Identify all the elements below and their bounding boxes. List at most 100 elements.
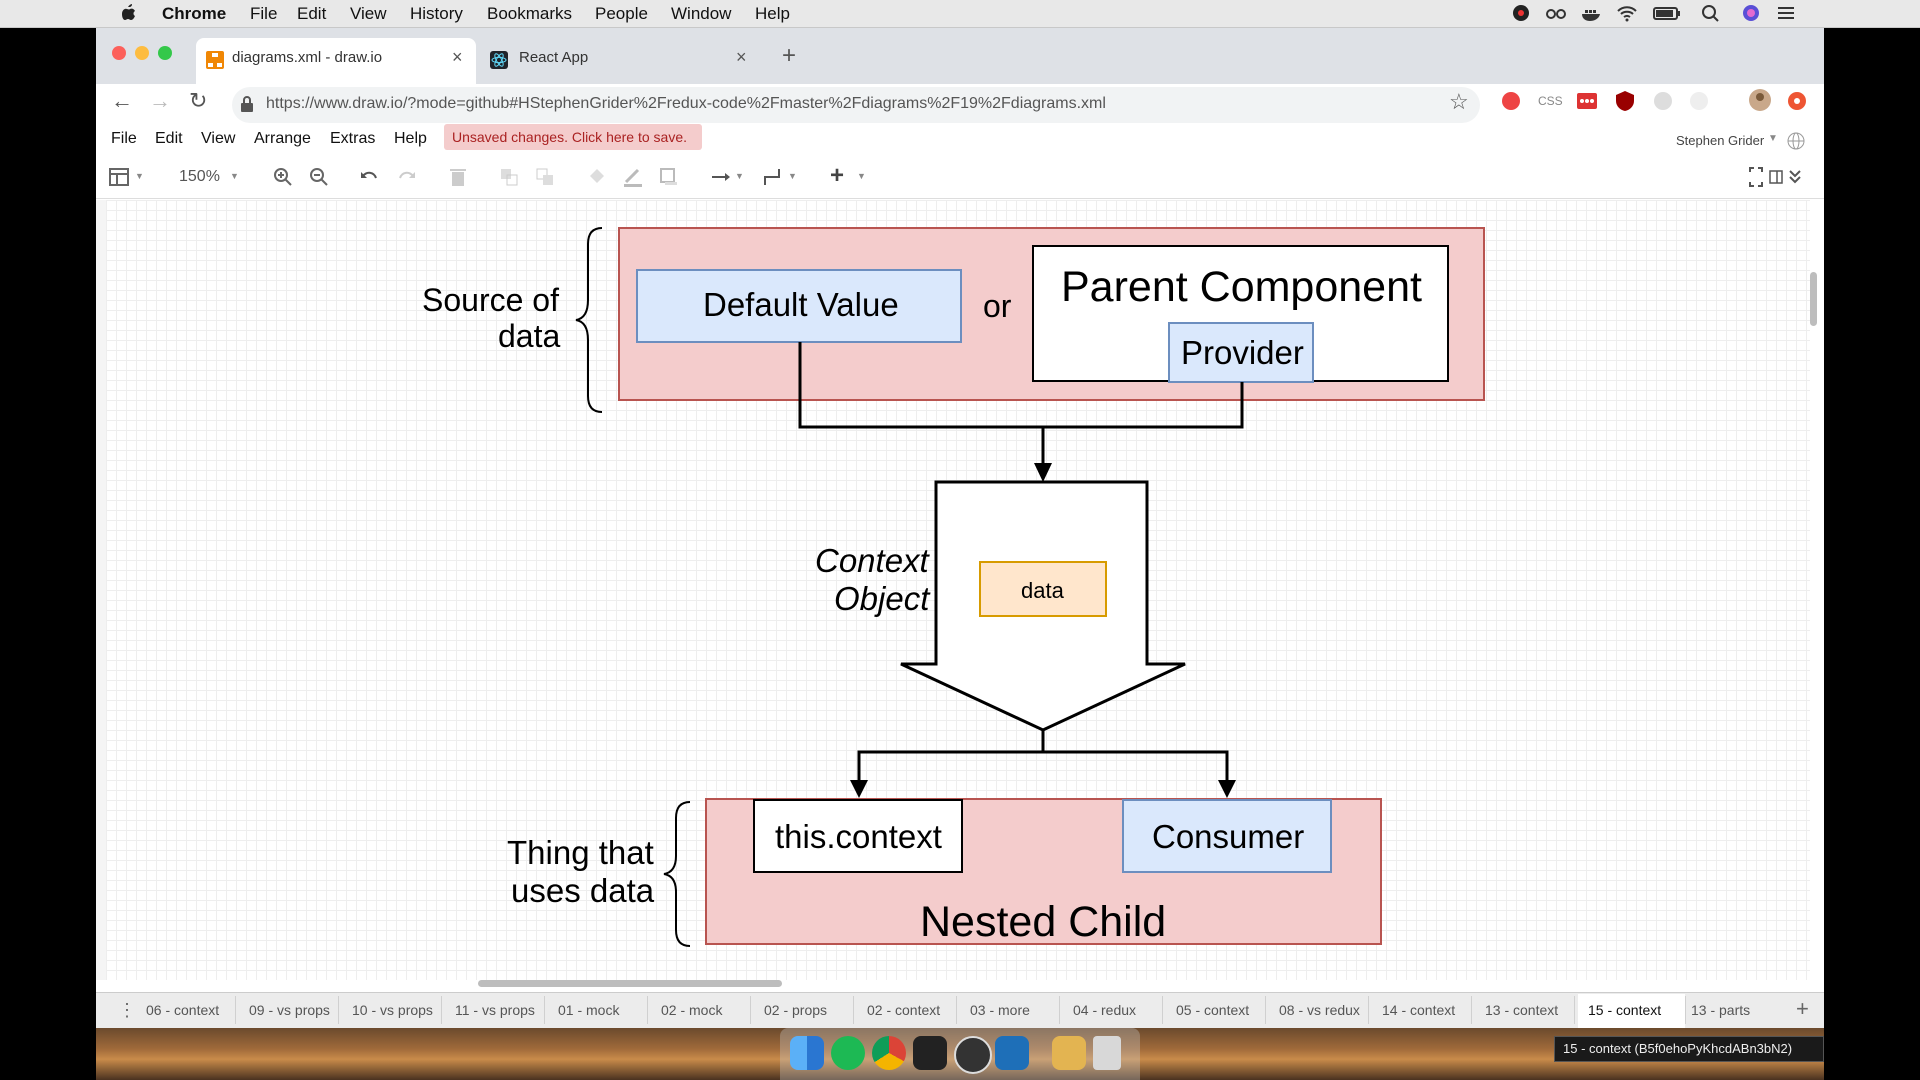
menu-app-name[interactable]: Chrome (162, 4, 226, 24)
page-tab[interactable]: 02 - context (867, 1002, 940, 1018)
page-tab[interactable]: 09 - vs props (249, 1002, 330, 1018)
glasses-icon[interactable] (1545, 4, 1567, 22)
obs-icon[interactable] (954, 1036, 992, 1074)
menu-file[interactable]: File (250, 4, 277, 24)
page-tab[interactable]: 02 - mock (661, 1002, 722, 1018)
unsaved-changes-button[interactable]: Unsaved changes. Click here to save. (444, 124, 702, 150)
pages-menu-icon[interactable]: ⋮ (118, 1000, 136, 1021)
extension-orange-icon[interactable] (1786, 90, 1808, 112)
menu-people[interactable]: People (595, 4, 648, 24)
page-tab[interactable]: 05 - context (1176, 1002, 1249, 1018)
terminal-icon[interactable] (913, 1036, 947, 1070)
url-text[interactable]: https://www.draw.io/?mode=github#HStephe… (266, 95, 1106, 113)
drawio-menu-arrange[interactable]: Arrange (254, 130, 311, 148)
zoom-out-icon[interactable] (308, 166, 330, 188)
spotlight-search-icon[interactable] (1700, 4, 1722, 22)
css-extension-icon[interactable]: CSS (1538, 94, 1563, 108)
this-context-text[interactable]: this.context (775, 818, 942, 856)
fill-color-icon[interactable] (586, 166, 608, 188)
extension-red-icon[interactable] (1500, 90, 1522, 112)
nested-child-text[interactable]: Nested Child (920, 898, 1166, 947)
menu-help[interactable]: Help (755, 4, 790, 24)
chevron-down-icon[interactable]: ▼ (230, 171, 239, 181)
trash-icon[interactable] (1093, 1036, 1121, 1070)
undo-icon[interactable] (358, 166, 380, 188)
page-tab[interactable]: 10 - vs props (352, 1002, 433, 1018)
user-name[interactable]: Stephen Grider (1676, 133, 1764, 148)
page-tab[interactable]: 04 - redux (1073, 1002, 1136, 1018)
notification-center-icon[interactable] (1775, 4, 1797, 22)
wifi-icon[interactable] (1616, 4, 1638, 22)
format-panel-icon[interactable] (108, 166, 130, 188)
docker-icon[interactable] (1580, 4, 1602, 22)
apple-logo-icon[interactable] (118, 2, 138, 22)
page-tab[interactable]: 13 - parts (1691, 1002, 1750, 1018)
chevron-down-icon[interactable]: ▼ (135, 171, 144, 181)
waypoints-icon[interactable] (762, 166, 784, 188)
provider-text[interactable]: Provider (1181, 334, 1304, 372)
drawio-menu-edit[interactable]: Edit (155, 130, 183, 148)
extension-faded-icon[interactable] (1688, 90, 1710, 112)
data-text[interactable]: data (1021, 578, 1064, 604)
parent-component-text[interactable]: Parent Component (1061, 263, 1422, 312)
connection-icon[interactable] (710, 166, 732, 188)
ublock-icon[interactable] (1614, 90, 1636, 112)
fullscreen-icon[interactable] (1748, 166, 1764, 188)
menu-window[interactable]: Window (671, 4, 731, 24)
extension-dots-icon[interactable] (1576, 90, 1598, 112)
delete-icon[interactable] (447, 166, 469, 188)
finder-icon[interactable] (790, 1036, 824, 1070)
minimize-window-button[interactable] (135, 46, 149, 60)
page-tab[interactable]: 08 - vs redux (1279, 1002, 1360, 1018)
diagram-canvas[interactable] (106, 200, 1810, 980)
reload-icon[interactable]: ↻ (189, 88, 207, 114)
page-tab[interactable]: 06 - context (146, 1002, 219, 1018)
drawio-menu-file[interactable]: File (111, 130, 137, 148)
profile-avatar[interactable] (1748, 88, 1772, 112)
status-app-icon[interactable] (1510, 4, 1532, 22)
page-tab[interactable]: 03 - more (970, 1002, 1030, 1018)
zoom-level[interactable]: 150% (179, 168, 220, 186)
consumer-text[interactable]: Consumer (1152, 818, 1304, 856)
siri-icon[interactable] (1740, 4, 1762, 22)
chrome-icon[interactable] (872, 1036, 906, 1070)
page-tab[interactable]: 01 - mock (558, 1002, 619, 1018)
spotify-icon[interactable] (831, 1036, 865, 1070)
drawio-menu-help[interactable]: Help (394, 130, 427, 148)
battery-icon[interactable] (1652, 4, 1682, 22)
forward-icon[interactable]: → (149, 88, 171, 114)
bookmark-star-icon[interactable]: ☆ (1449, 89, 1469, 115)
redo-icon[interactable] (396, 166, 418, 188)
insert-plus-icon[interactable]: + (830, 162, 844, 190)
close-tab-icon[interactable]: × (452, 47, 463, 68)
format-toggle-icon[interactable] (1768, 166, 1784, 188)
tab-react-app[interactable]: React App × (478, 38, 760, 84)
to-back-icon[interactable] (534, 166, 556, 188)
close-window-button[interactable] (112, 46, 126, 60)
extension-gray-icon[interactable] (1652, 90, 1674, 112)
shadow-icon[interactable] (658, 166, 680, 188)
horizontal-scrollbar[interactable] (478, 980, 782, 987)
menu-bookmarks[interactable]: Bookmarks (487, 4, 572, 24)
line-color-icon[interactable] (622, 166, 644, 188)
chevron-down-icon[interactable]: ▼ (1768, 133, 1778, 144)
vertical-scrollbar[interactable] (1810, 272, 1817, 326)
menu-history[interactable]: History (410, 4, 463, 24)
vscode-icon[interactable] (995, 1036, 1029, 1070)
page-tab[interactable]: 02 - props (764, 1002, 827, 1018)
chevron-down-icon[interactable]: ▼ (857, 171, 866, 181)
close-tab-icon[interactable]: × (736, 47, 747, 68)
add-page-button[interactable]: + (1796, 996, 1809, 1022)
page-tab[interactable]: 13 - context (1485, 1002, 1558, 1018)
page-tab-selected[interactable]: 15 - context (1588, 1002, 1661, 1018)
drawio-menu-extras[interactable]: Extras (330, 130, 375, 148)
zoom-in-icon[interactable] (272, 166, 294, 188)
maximize-window-button[interactable] (158, 46, 172, 60)
page-tab[interactable]: 14 - context (1382, 1002, 1455, 1018)
to-front-icon[interactable] (498, 166, 520, 188)
collapse-icon[interactable] (1787, 166, 1803, 188)
globe-icon[interactable] (1787, 132, 1805, 150)
tab-drawio[interactable]: diagrams.xml - draw.io × (196, 38, 476, 84)
page-tab[interactable]: 11 - vs props (455, 1002, 535, 1018)
chevron-down-icon[interactable]: ▼ (788, 171, 797, 181)
